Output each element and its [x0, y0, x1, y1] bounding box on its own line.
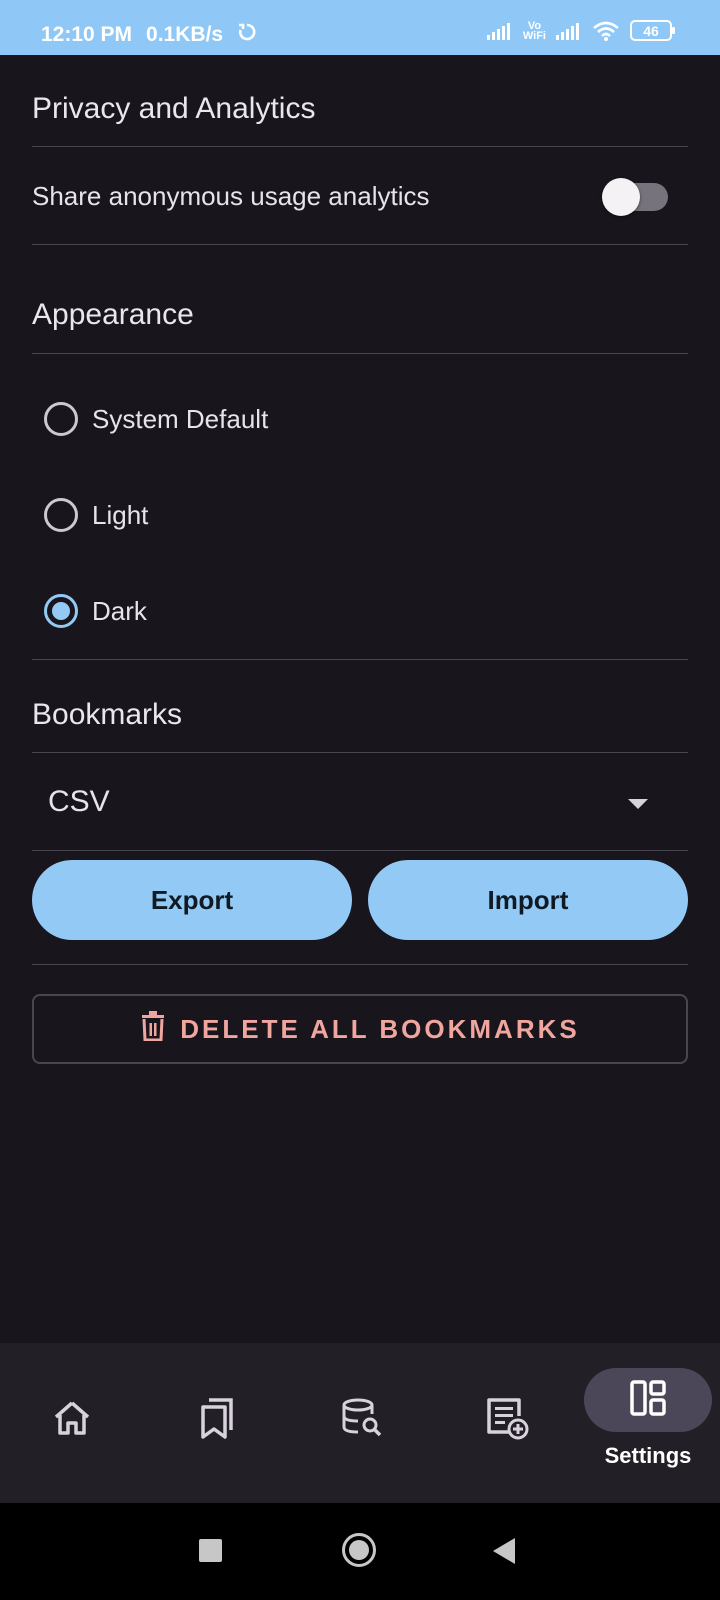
nav-settings-label[interactable]: Settings	[584, 1443, 712, 1469]
divider	[32, 244, 688, 245]
vowifi-top: Vo	[527, 19, 542, 32]
delete-all-bookmarks-button[interactable]: DELETE ALL BOOKMARKS	[32, 994, 688, 1064]
appearance-option-system-default[interactable]: System Default	[44, 399, 268, 439]
bookmark-format-dropdown[interactable]: CSV	[32, 755, 688, 850]
trash-icon	[140, 1010, 166, 1048]
database-search-icon	[340, 1397, 384, 1444]
home-icon	[52, 1400, 92, 1441]
delete-all-label: DELETE ALL BOOKMARKS	[180, 1013, 580, 1044]
nav-home[interactable]	[47, 1395, 97, 1445]
sync-icon	[237, 22, 257, 48]
settings-dashboard-icon	[629, 1379, 667, 1422]
divider	[32, 964, 688, 965]
status-right: Vo WiFi 46	[486, 19, 675, 42]
status-net-speed: 0.1KB/s	[146, 23, 224, 46]
analytics-toggle[interactable]	[602, 178, 668, 216]
signal-icon	[486, 22, 513, 40]
dropdown-value: CSV	[48, 785, 110, 818]
radio-label: Dark	[92, 595, 147, 626]
export-button[interactable]: Export	[32, 860, 352, 940]
divider	[32, 659, 688, 660]
bookmarks-section-title: Bookmarks	[32, 698, 183, 731]
bookmarks-icon	[199, 1397, 235, 1444]
dropdown-arrow-icon	[628, 799, 648, 809]
vowifi-icon: Vo WiFi	[522, 19, 546, 42]
toggle-thumb	[602, 178, 640, 216]
nav-add-note[interactable]	[482, 1395, 532, 1445]
divider	[32, 850, 688, 851]
analytics-label: Share anonymous usage analytics	[32, 181, 430, 211]
radio-button[interactable]	[44, 402, 78, 436]
vowifi-bottom: WiFi	[522, 29, 546, 42]
privacy-section-title: Privacy and Analytics	[32, 92, 316, 125]
battery-icon: 46	[630, 20, 675, 41]
back-icon[interactable]	[493, 1538, 515, 1564]
appearance-option-light[interactable]: Light	[44, 495, 148, 535]
nav-database-search[interactable]	[337, 1395, 387, 1445]
system-nav-bar	[0, 1503, 720, 1600]
home-button-icon[interactable]	[342, 1533, 376, 1567]
recent-apps-icon[interactable]	[199, 1539, 222, 1562]
bottom-nav: Settings	[0, 1343, 720, 1503]
divider	[32, 146, 688, 147]
radio-button-selected[interactable]	[44, 594, 78, 628]
status-bar: 12:10 PM 0.1KB/s Vo WiFi 46	[0, 0, 720, 55]
divider	[32, 353, 688, 354]
note-add-icon	[485, 1396, 529, 1445]
import-button[interactable]: Import	[368, 860, 688, 940]
wifi-icon	[592, 21, 620, 41]
appearance-section-title: Appearance	[32, 298, 194, 331]
divider	[32, 752, 688, 753]
nav-bookmarks[interactable]	[192, 1395, 242, 1445]
battery-level: 46	[643, 22, 659, 39]
nav-settings[interactable]	[584, 1368, 712, 1432]
status-left: 12:10 PM 0.1KB/s	[41, 22, 257, 48]
radio-label: Light	[92, 499, 149, 530]
radio-button[interactable]	[44, 498, 78, 532]
appearance-option-dark[interactable]: Dark	[44, 591, 147, 631]
status-time: 12:10 PM	[41, 23, 133, 46]
radio-label: System Default	[92, 403, 269, 434]
signal-icon-2	[556, 22, 582, 40]
